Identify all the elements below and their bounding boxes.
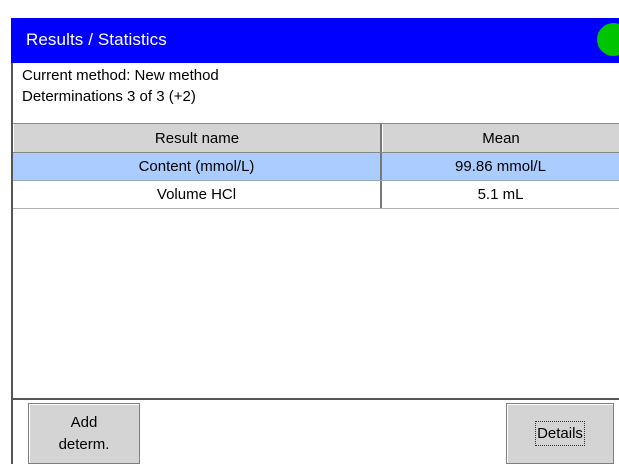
current-method-label: Current method: New method <box>22 67 219 84</box>
result-name-cell: Volume HCl <box>13 181 382 208</box>
details-button[interactable]: Details <box>506 403 614 464</box>
add-button-label-line2: determ. <box>58 435 110 453</box>
result-name-cell: Content (mmol/L) <box>13 153 382 180</box>
table-row[interactable]: Volume HCl 5.1 mL <box>13 181 619 209</box>
column-header-mean[interactable]: Mean <box>382 124 619 152</box>
mean-cell: 5.1 mL <box>477 186 524 203</box>
table-row[interactable]: Content (mmol/L) 99.86 mmol/L <box>13 153 619 181</box>
results-table: Result name Mean Content (mmol/L) 99.86 … <box>13 123 619 209</box>
determinations-label: Determinations 3 of 3 (+2) <box>22 88 196 105</box>
status-indicator-icon <box>597 23 619 56</box>
table-header: Result name Mean <box>13 124 619 153</box>
title-bar: Results / Statistics <box>11 18 619 63</box>
page-title: Results / Statistics <box>26 30 167 49</box>
column-header-result-name[interactable]: Result name <box>13 124 382 152</box>
details-button-label: Details <box>535 421 585 446</box>
add-button-label-line1: Add <box>70 413 98 431</box>
mean-cell: 99.86 mmol/L <box>455 158 546 175</box>
toolbar-divider <box>13 398 619 400</box>
add-determination-button[interactable]: Add determ. <box>28 403 140 464</box>
